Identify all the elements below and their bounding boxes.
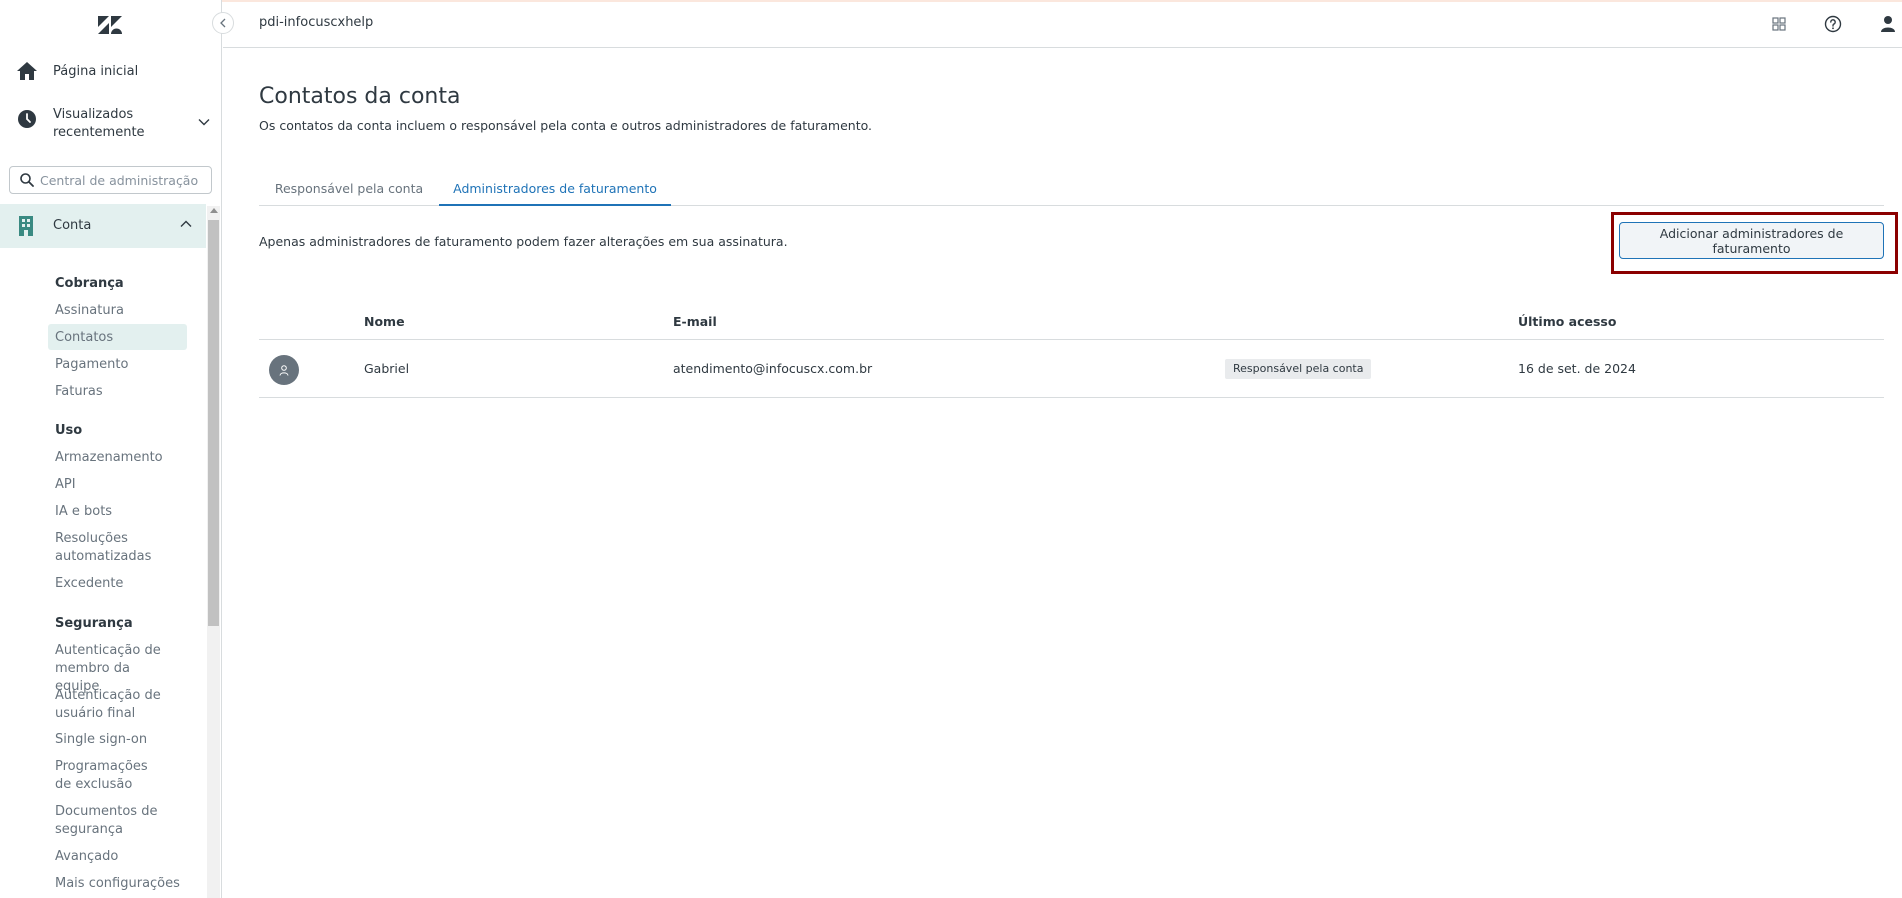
billing-admin-notice: Apenas administradores de faturamento po… [259, 234, 788, 249]
sidebar-item-recent-label: Visualizados recentemente [53, 107, 145, 140]
user-icon [1881, 16, 1895, 32]
profile-button[interactable] [1878, 14, 1898, 34]
contacts-table: Nome E-mail Último acesso Gabriel atendi… [259, 304, 1884, 398]
sidebar-subitem-invoices[interactable]: Faturas [55, 383, 185, 401]
chevron-up-icon[interactable] [180, 220, 192, 228]
chevron-left-icon [220, 18, 226, 28]
column-header-email[interactable]: E-mail [673, 314, 717, 329]
sidebar-subitem-overage[interactable]: Excedente [55, 575, 185, 593]
add-billing-admins-button[interactable]: Adicionar administradores de faturamento [1619, 222, 1884, 259]
help-icon [1824, 15, 1842, 33]
cell-email: atendimento@infocuscx.com.br [673, 361, 873, 376]
avatar [269, 355, 299, 385]
tab-bar: Responsável pela conta Administradores d… [259, 176, 1884, 206]
page-title: Contatos da conta [259, 84, 461, 109]
sidebar: Página inicial Visualizados recentemente… [0, 0, 222, 898]
sidebar-subitem-advanced[interactable]: Avançado [55, 848, 185, 866]
tab-account-owner[interactable]: Responsável pela conta [259, 176, 439, 206]
scroll-up-arrow-icon[interactable] [210, 208, 218, 213]
table-row[interactable]: Gabriel atendimento@infocuscx.com.br Res… [259, 340, 1884, 398]
collapse-sidebar-button[interactable] [212, 12, 234, 34]
section-heading-billing: Cobrança [55, 276, 124, 291]
home-icon [17, 62, 37, 80]
sidebar-subitem-deletion-schedules[interactable]: Programações de exclusão [55, 758, 165, 794]
sidebar-item-account-label: Conta [53, 218, 92, 233]
sidebar-scrollbar[interactable] [207, 206, 220, 898]
sidebar-subitem-api[interactable]: API [55, 476, 185, 494]
table-header: Nome E-mail Último acesso [259, 304, 1884, 340]
admin-search-box[interactable] [9, 166, 212, 194]
sidebar-subitem-more-settings[interactable]: Mais configurações [55, 875, 185, 893]
sidebar-subitem-payment[interactable]: Pagamento [55, 356, 185, 374]
clock-icon [18, 110, 36, 128]
tab-billing-admins[interactable]: Administradores de faturamento [439, 176, 671, 206]
sidebar-subitem-subscription[interactable]: Assinatura [55, 302, 185, 320]
sidebar-subitem-automated-resolutions[interactable]: Resoluções automatizadas [55, 530, 155, 566]
sidebar-subitem-storage[interactable]: Armazenamento [55, 449, 185, 467]
building-icon [19, 216, 33, 236]
user-icon [279, 364, 289, 376]
chevron-down-icon[interactable] [198, 118, 210, 126]
page-description: Os contatos da conta incluem o responsáv… [259, 118, 873, 133]
sidebar-subitem-sso[interactable]: Single sign-on [55, 731, 185, 749]
search-icon [20, 173, 34, 187]
scrollbar-thumb[interactable] [208, 220, 219, 626]
admin-search-input[interactable] [40, 172, 205, 188]
section-heading-security: Segurança [55, 616, 133, 631]
grid-icon [1772, 17, 1786, 31]
apps-grid-button[interactable] [1769, 14, 1789, 34]
status-badge: Responsável pela conta [1225, 359, 1372, 379]
section-heading-usage: Uso [55, 423, 83, 438]
sidebar-item-home[interactable]: Página inicial [0, 60, 221, 84]
instance-name: pdi-infocuscxhelp [259, 15, 374, 30]
sidebar-item-home-label: Página inicial [53, 64, 139, 79]
column-header-name[interactable]: Nome [364, 314, 405, 329]
sidebar-subitem-security-docs[interactable]: Documentos de segurança [55, 803, 165, 839]
top-header: pdi-infocuscxhelp [223, 2, 1902, 48]
cell-name: Gabriel [364, 361, 410, 376]
column-header-last-access[interactable]: Último acesso [1518, 314, 1616, 329]
cell-last-access: 16 de set. de 2024 [1518, 361, 1636, 376]
sidebar-subitem-ai-bots[interactable]: IA e bots [55, 503, 185, 521]
sidebar-item-recent[interactable]: Visualizados recentemente [0, 106, 221, 146]
sidebar-item-account[interactable]: Conta [0, 204, 206, 248]
help-button[interactable] [1823, 14, 1843, 34]
sidebar-subitem-contacts[interactable]: Contatos [55, 329, 185, 347]
zendesk-logo-icon[interactable] [96, 14, 124, 36]
sidebar-subitem-end-user-auth[interactable]: Autenticação de usuário final [55, 687, 165, 723]
